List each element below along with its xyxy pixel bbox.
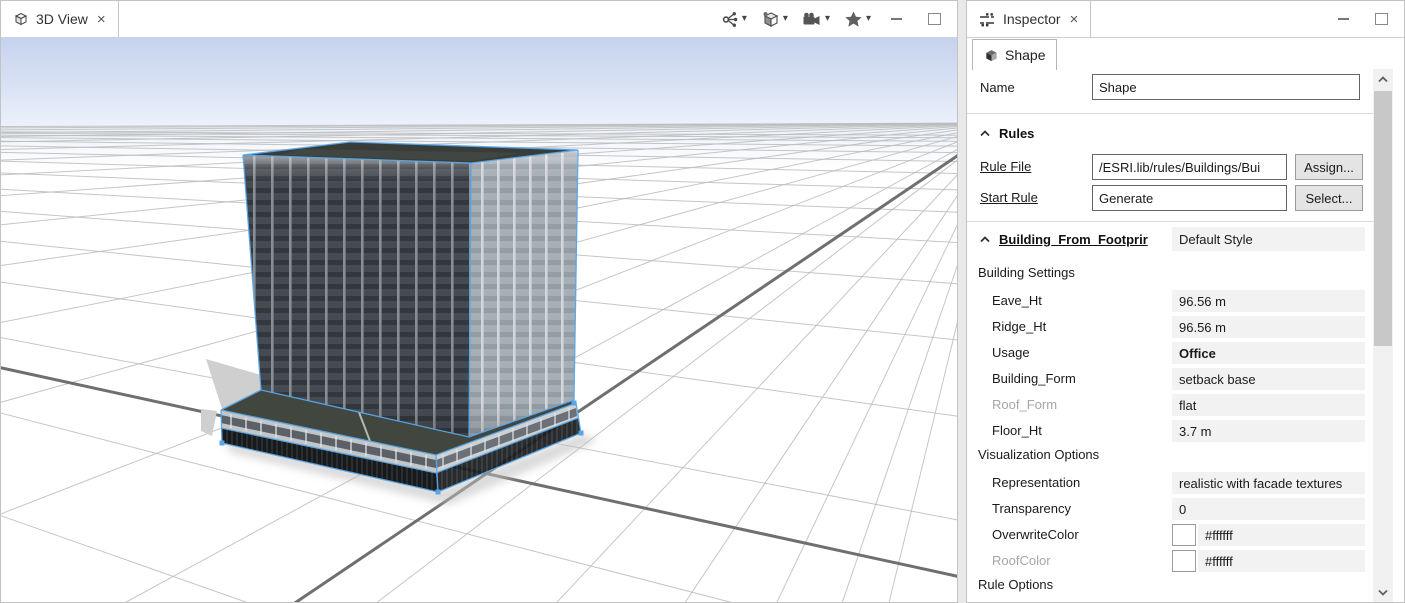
start-rule-input[interactable] — [1092, 185, 1287, 211]
param-label: Eave_Ht — [992, 293, 1042, 308]
inspector-content: Name Rules Rule File Assign... Start Rul… — [967, 69, 1404, 602]
scrollbar-thumb[interactable] — [1374, 91, 1392, 346]
param-value[interactable]: 0 — [1172, 498, 1365, 520]
param-label: Usage — [992, 345, 1030, 360]
style-value[interactable]: Default Style — [1172, 227, 1365, 251]
3d-viewport[interactable] — [1, 37, 957, 602]
inspector-tabbar: Inspector × — [967, 1, 1404, 38]
param-label: OverwriteColor — [992, 527, 1079, 542]
inspector-minimize-button[interactable] — [1330, 8, 1356, 30]
start-rule-link[interactable]: Start Rule — [980, 190, 1038, 205]
node-link-icon[interactable] — [722, 11, 739, 28]
cityengine-app: 3D View × ▾ — [0, 0, 1405, 603]
name-input[interactable] — [1092, 74, 1360, 100]
3d-view-toolbar: ▾ ▾ — [712, 1, 957, 37]
tab-3d-view-close-icon[interactable]: × — [97, 12, 106, 27]
tabbar-spacer — [1091, 1, 1322, 37]
building-shadow-2 — [201, 409, 217, 436]
select-button[interactable]: Select... — [1295, 185, 1363, 211]
node-link-dropdown-icon[interactable]: ▾ — [742, 14, 747, 24]
param-value[interactable]: #ffffff — [1198, 550, 1365, 572]
bff-section-header: Building_From_Footprir — [980, 227, 1148, 251]
3d-view-tabbar: 3D View × ▾ — [1, 1, 957, 38]
color-swatch[interactable] — [1172, 524, 1196, 546]
cube-dropdown-icon[interactable]: ▾ — [783, 14, 788, 24]
collapse-chevron-icon[interactable] — [980, 130, 990, 137]
param-label: Floor_Ht — [992, 423, 1042, 438]
name-label: Name — [980, 80, 1015, 95]
group-visualization-options: Visualization Options — [978, 447, 1099, 462]
scroll-up-icon[interactable] — [1373, 69, 1393, 89]
param-value[interactable]: setback base — [1172, 368, 1365, 390]
param-label: Representation — [992, 475, 1080, 490]
star-icon[interactable] — [844, 10, 863, 28]
param-value[interactable]: realistic with facade textures — [1172, 472, 1365, 494]
window-3d-view: 3D View × ▾ — [0, 0, 958, 603]
star-dropdown-icon[interactable]: ▾ — [866, 14, 871, 24]
param-label: Transparency — [992, 501, 1071, 516]
rules-section-title: Rules — [999, 126, 1034, 141]
param-label: Ridge_Ht — [992, 319, 1046, 334]
param-value[interactable]: flat — [1172, 394, 1365, 416]
tabbar-spacer — [119, 1, 712, 37]
camera-dropdown-icon[interactable]: ▾ — [825, 14, 830, 24]
param-label: Building_Form — [992, 371, 1076, 386]
sliders-icon — [979, 12, 996, 27]
tower-facade-right-light — [469, 150, 578, 437]
inspector-subtabs: Shape — [967, 38, 1404, 70]
scroll-down-icon[interactable] — [1373, 582, 1393, 602]
param-value[interactable]: 96.56 m — [1172, 290, 1365, 312]
rule-file-link[interactable]: Rule File — [980, 159, 1031, 174]
group-building-settings: Building Settings — [978, 265, 1075, 280]
tab-3d-view[interactable]: 3D View × — [1, 1, 119, 37]
separator — [967, 221, 1373, 222]
cube-icon[interactable] — [761, 10, 780, 28]
bff-section-title[interactable]: Building_From_Footprir — [999, 232, 1148, 247]
tab-shape-label: Shape — [1005, 47, 1045, 63]
window-inspector: Inspector × Shape Name — [966, 0, 1405, 603]
tab-inspector[interactable]: Inspector × — [967, 1, 1091, 37]
tab-inspector-label: Inspector — [1003, 11, 1061, 27]
param-value[interactable]: Office — [1172, 342, 1365, 364]
inspector-maximize-button[interactable] — [1368, 8, 1394, 30]
building-model — [1, 37, 957, 602]
cube-solid-icon — [984, 48, 999, 63]
3d-view-minimize-button[interactable] — [883, 8, 909, 30]
param-value[interactable]: #ffffff — [1198, 524, 1365, 546]
collapse-chevron-icon[interactable] — [980, 236, 990, 243]
tab-3d-view-label: 3D View — [36, 11, 88, 27]
separator — [967, 113, 1373, 114]
camera-icon[interactable] — [802, 11, 822, 27]
3d-view-maximize-button[interactable] — [921, 8, 947, 30]
tab-inspector-close-icon[interactable]: × — [1070, 12, 1079, 27]
color-swatch[interactable] — [1172, 550, 1196, 572]
param-value[interactable]: 3.7 m — [1172, 420, 1365, 442]
cube-outline-icon — [13, 11, 29, 27]
param-label: Roof_Form — [992, 397, 1057, 412]
rule-file-input[interactable] — [1092, 154, 1287, 180]
group-rule-options: Rule Options — [978, 577, 1053, 592]
tab-shape[interactable]: Shape — [972, 39, 1057, 70]
rules-section-header: Rules — [980, 121, 1034, 145]
inspector-scrollbar[interactable] — [1373, 69, 1393, 602]
param-value[interactable]: 96.56 m — [1172, 316, 1365, 338]
assign-button[interactable]: Assign... — [1295, 154, 1363, 180]
param-label: RoofColor — [992, 553, 1051, 568]
